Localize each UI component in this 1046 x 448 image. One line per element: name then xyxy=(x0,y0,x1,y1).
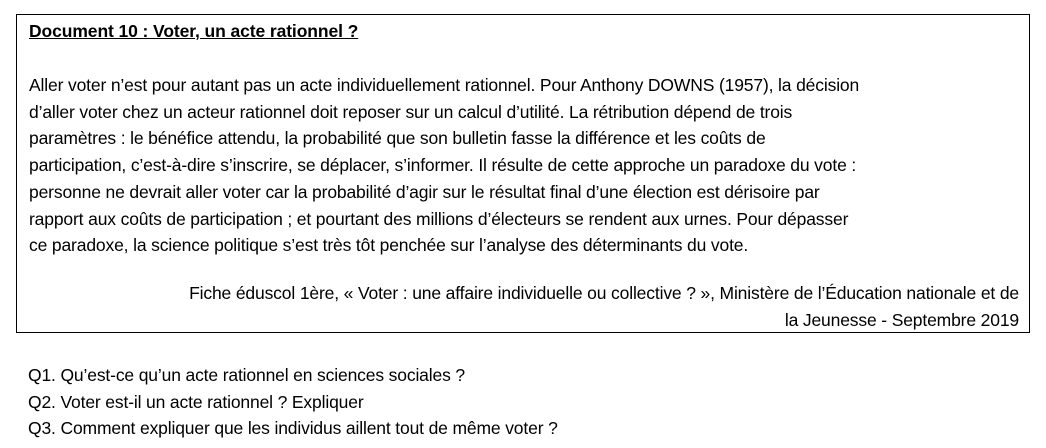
body-line: d’aller voter chez un acteur rationnel d… xyxy=(29,101,793,122)
body-line: rapport aux coûts de participation ; et … xyxy=(29,208,849,229)
question-item: Q3. Comment expliquer que les individus … xyxy=(28,418,558,438)
document-body: Aller voter n’est pour autant pas un act… xyxy=(29,72,1025,259)
body-line: ce paradoxe, la science politique s’est … xyxy=(29,235,749,256)
document-box: Document 10 : Voter, un acte rationnel ?… xyxy=(16,14,1030,333)
document-source: Fiche éduscol 1ère, « Voter : une affair… xyxy=(189,280,1019,333)
document-title: Document 10 : Voter, un acte rationnel ? xyxy=(29,21,359,41)
body-line: personne ne devrait aller voter car la p… xyxy=(29,181,820,202)
body-line: participation, c’est-à-dire s’inscrire, … xyxy=(29,155,857,176)
body-line: Aller voter n’est pour autant pas un act… xyxy=(29,75,860,95)
question-list: Q1. Qu’est-ce qu’un acte rationnel en sc… xyxy=(28,362,558,442)
body-line: paramètres : le bénéfice attendu, la pro… xyxy=(29,128,766,149)
question-item: Q2. Voter est-il un acte rationnel ? Exp… xyxy=(28,391,364,412)
source-line: la Jeunesse - Septembre 2019 xyxy=(784,309,1019,330)
source-line: Fiche éduscol 1ère, « Voter : une affair… xyxy=(189,283,1019,303)
question-item: Q1. Qu’est-ce qu’un acte rationnel en sc… xyxy=(28,365,465,385)
